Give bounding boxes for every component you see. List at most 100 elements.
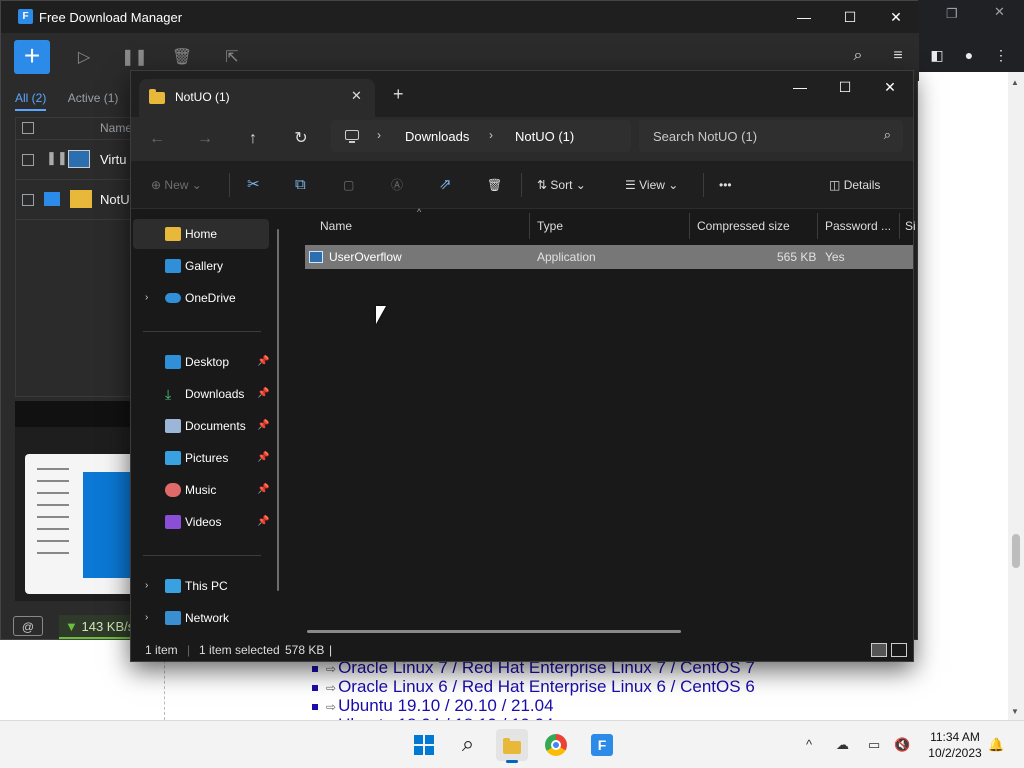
browser-restore-icon[interactable]: ❐ [946, 6, 958, 22]
nav-item-videos[interactable]: Videos 📌 [133, 507, 269, 537]
search-icon[interactable]: ⌕ [847, 47, 869, 67]
search-icon[interactable]: ⌕ [452, 729, 484, 761]
nav-item-music[interactable]: Music 📌 [133, 475, 269, 505]
column-header-type[interactable]: Type [537, 211, 563, 241]
maximize-icon[interactable]: ☐ [827, 1, 873, 33]
download-row[interactable]: ❚❚ Virtu [16, 140, 134, 180]
display-icon[interactable]: ▭ [868, 737, 880, 753]
column-header-password[interactable]: Password ... [825, 211, 891, 241]
pin-icon[interactable]: 📌 [257, 507, 269, 537]
forward-icon[interactable]: → [193, 127, 217, 151]
up-icon[interactable]: ↑ [241, 127, 265, 151]
scroll-down-icon[interactable]: ▼ [1011, 707, 1019, 716]
pin-icon[interactable]: 📌 [257, 411, 269, 441]
row-checkbox[interactable] [22, 154, 34, 166]
minimize-icon[interactable]: — [781, 1, 827, 33]
nav-item-documents[interactable]: Documents 📌 [133, 411, 269, 441]
column-header-size[interactable]: Si [905, 211, 916, 241]
minimize-icon[interactable]: — [777, 73, 823, 101]
new-button[interactable]: ⊕ New ⌄ [151, 174, 202, 196]
back-icon[interactable]: ← [145, 127, 169, 151]
breadcrumb-downloads[interactable]: Downloads [405, 129, 469, 144]
delete-button[interactable]: 🗑 [487, 174, 502, 196]
chevron-right-icon[interactable]: › [145, 603, 148, 633]
system-clock[interactable]: 11:34 AM 10/2/2023 [920, 729, 990, 761]
chrome-taskbar-button[interactable] [540, 729, 572, 761]
pin-icon[interactable]: 📌 [257, 443, 269, 473]
sidebar-toggle-icon[interactable]: ◧ [926, 44, 948, 66]
tab-all[interactable]: All (2) [15, 91, 47, 111]
pause-icon[interactable]: ❚❚ [46, 150, 68, 166]
details-view-icon[interactable] [871, 643, 887, 657]
details-button[interactable]: ◫ Details [829, 174, 880, 196]
this-pc-icon[interactable] [345, 130, 359, 143]
chevron-right-icon[interactable]: › [145, 571, 148, 601]
scroll-up-icon[interactable]: ▲ [1011, 78, 1019, 87]
nav-item-gallery[interactable]: Gallery [133, 251, 269, 281]
distro-link[interactable]: Oracle Linux 6 / Red Hat Enterprise Linu… [338, 677, 755, 696]
close-icon[interactable]: ✕ [873, 1, 919, 33]
download-row[interactable]: NotU [16, 180, 134, 220]
rename-button[interactable]: Ⓐ [391, 174, 403, 196]
fdm-taskbar-button[interactable]: F [586, 729, 618, 761]
column-header-name[interactable]: Name [320, 211, 352, 241]
tab-active[interactable]: Active (1) [68, 91, 119, 109]
column-divider[interactable] [689, 213, 690, 239]
chevron-right-icon[interactable]: › [489, 128, 493, 142]
maximize-icon[interactable]: ☐ [822, 73, 868, 101]
search-input[interactable]: Search NotUO (1) ⌕ [639, 120, 903, 152]
folder-icon[interactable] [44, 192, 60, 206]
nav-item-downloads[interactable]: ⤓ Downloads 📌 [133, 379, 269, 409]
name-column-header[interactable]: Name [100, 121, 132, 135]
refresh-icon[interactable]: ↻ [289, 127, 313, 151]
move-icon[interactable]: ⇱ [221, 47, 243, 67]
breadcrumb-current[interactable]: NotUO (1) [515, 129, 574, 144]
column-divider[interactable] [817, 213, 818, 239]
browser-menu-icon[interactable]: ⋮ [990, 44, 1012, 66]
chevron-up-icon[interactable]: ^ [806, 737, 812, 752]
column-divider[interactable] [529, 213, 530, 239]
table-row[interactable]: UserOverflow Application 565 KB Yes [305, 245, 913, 269]
row-checkbox[interactable] [22, 194, 34, 206]
list-item[interactable]: ⇨ Oracle Linux 6 / Red Hat Enterprise Lin… [312, 677, 755, 696]
snail-icon[interactable]: @ [13, 616, 43, 636]
nav-item-home[interactable]: Home [133, 219, 269, 249]
search-icon[interactable]: ⌕ [884, 127, 891, 143]
list-item[interactable]: ⇨ Ubuntu 19.10 / 20.10 / 21.04 [312, 696, 755, 715]
column-header-compressed-size[interactable]: Compressed size [697, 211, 790, 241]
nav-item-this-pc[interactable]: › This PC [133, 571, 269, 601]
chevron-right-icon[interactable]: › [145, 283, 148, 313]
add-download-button[interactable]: + [14, 40, 50, 74]
menu-icon[interactable]: ≡ [887, 47, 909, 67]
view-button[interactable]: ☰ View ⌄ [625, 174, 678, 196]
notification-bell-icon[interactable]: 🔔 [988, 737, 1004, 753]
browser-scrollbar[interactable]: ▲ ▼ [1008, 72, 1024, 720]
nav-scrollbar[interactable] [277, 229, 279, 591]
more-options-button[interactable]: ••• [719, 174, 732, 196]
copy-button[interactable]: ⧉ [295, 174, 306, 196]
sort-button[interactable]: ⇅ Sort ⌄ [537, 174, 586, 196]
new-tab-icon[interactable]: + [393, 85, 404, 103]
close-icon[interactable]: ✕ [867, 73, 913, 101]
start-icon[interactable]: ▷ [73, 47, 95, 67]
pin-icon[interactable]: 📌 [257, 475, 269, 505]
explorer-tab[interactable]: NotUO (1) ✕ [139, 79, 375, 117]
close-tab-icon[interactable]: ✕ [351, 88, 362, 104]
tiles-view-icon[interactable] [891, 643, 907, 657]
paste-button[interactable]: ▢ [343, 174, 354, 196]
pin-icon[interactable]: 📌 [257, 379, 269, 409]
pin-icon[interactable]: 📌 [257, 347, 269, 377]
chevron-right-icon[interactable]: › [377, 128, 381, 142]
delete-icon[interactable]: 🗑 [171, 47, 193, 67]
file-explorer-taskbar-button[interactable] [496, 729, 528, 763]
start-button[interactable] [408, 729, 440, 761]
scroll-thumb[interactable] [1012, 534, 1020, 568]
horizontal-scrollbar[interactable] [307, 630, 681, 633]
profile-icon[interactable]: ● [958, 44, 980, 66]
select-all-checkbox[interactable] [22, 122, 34, 134]
distro-link[interactable]: Ubuntu 19.10 / 20.10 / 21.04 [338, 696, 554, 715]
onedrive-tray-icon[interactable]: ☁ [836, 737, 849, 753]
share-button[interactable]: ⇗ [439, 174, 452, 196]
column-divider[interactable] [899, 213, 900, 239]
volume-muted-icon[interactable]: 🔇 [894, 737, 910, 753]
